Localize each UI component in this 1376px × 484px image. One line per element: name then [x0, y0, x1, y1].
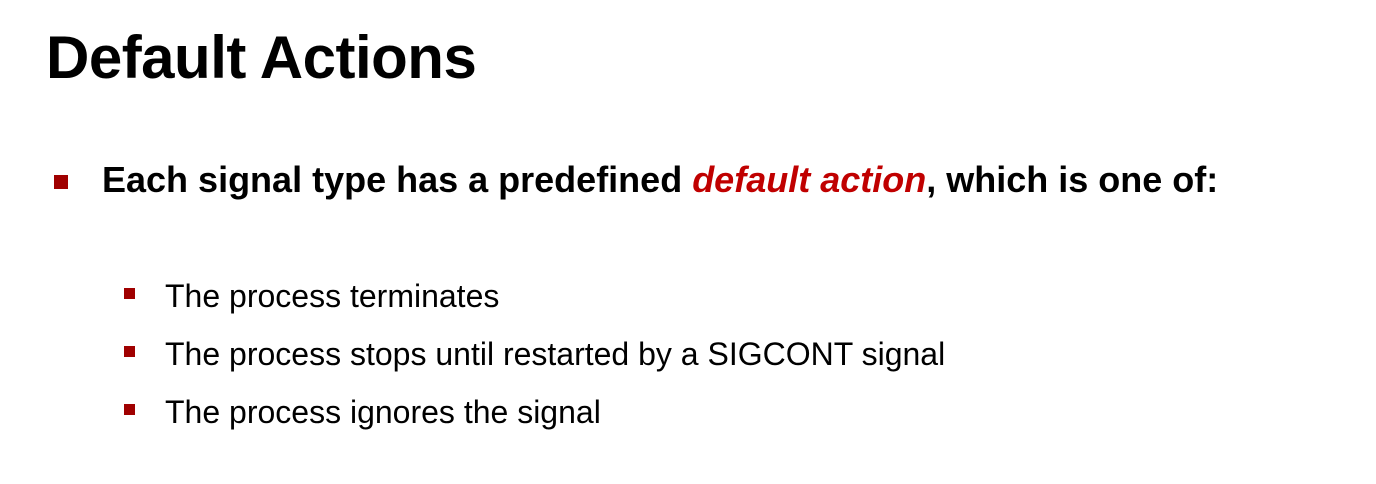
- sub-bullet-text: The process ignores the signal: [165, 394, 601, 430]
- square-bullet-icon: [124, 346, 135, 357]
- main-bullet-text-after: , which is one of:: [926, 159, 1219, 200]
- slide-title: Default Actions: [46, 24, 477, 91]
- sub-bullet-text: The process stops until restarted by a S…: [165, 336, 946, 372]
- main-bullet-text-before: Each signal type has a predefined: [102, 159, 693, 200]
- default-action-emphasis: default action: [692, 159, 927, 200]
- slide: Default Actions Each signal type has a p…: [0, 0, 1376, 484]
- square-bullet-icon: [124, 404, 135, 415]
- square-bullet-icon: [124, 288, 135, 299]
- main-bullet-text: Each signal type has a predefined defaul…: [102, 152, 1282, 208]
- square-bullet-icon: [54, 175, 68, 189]
- sub-bullet-text: The process terminates: [165, 278, 500, 314]
